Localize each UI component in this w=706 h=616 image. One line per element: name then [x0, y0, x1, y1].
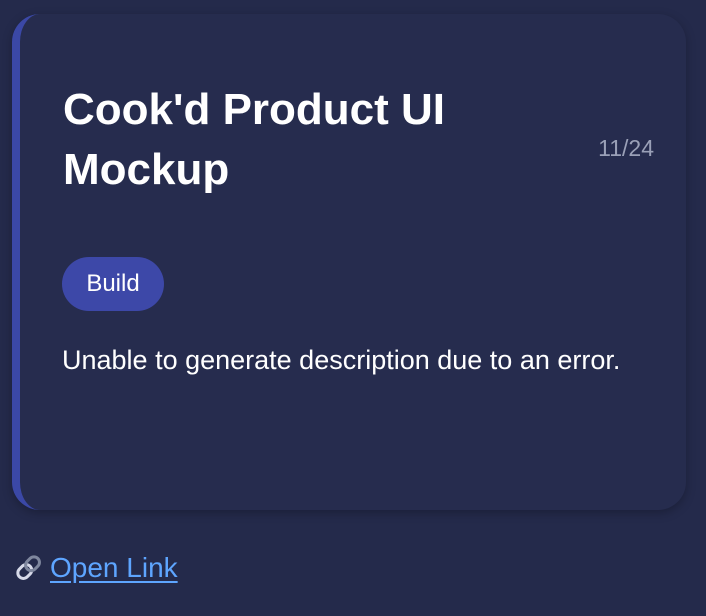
card-title: Cook'd Product UI Mockup [63, 85, 446, 194]
card-date: 11/24 [598, 135, 654, 161]
tag-badge: Build [62, 257, 164, 311]
project-card: Cook'd Product UI Mockup 11/24 Build Una… [12, 14, 686, 510]
page: Cook'd Product UI Mockup 11/24 Build Una… [0, 0, 706, 616]
link-icon [12, 551, 46, 585]
card-description: Unable to generate description due to an… [62, 345, 621, 375]
open-link-row[interactable]: Open Link [12, 548, 178, 588]
open-link[interactable]: Open Link [50, 550, 178, 586]
